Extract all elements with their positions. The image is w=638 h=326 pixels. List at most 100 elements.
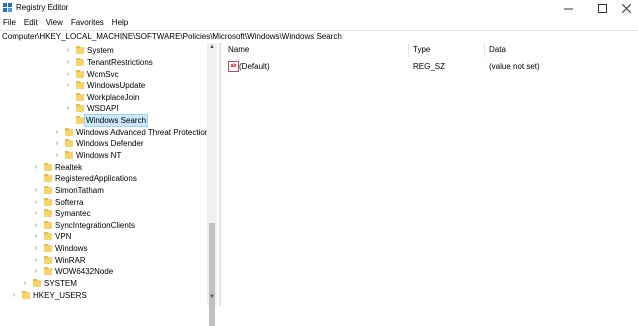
column-divider[interactable] [408, 43, 409, 57]
column-divider[interactable] [484, 43, 485, 57]
minimize-icon[interactable] [554, 0, 582, 16]
tree-item-wow6432node[interactable]: › WOW6432Node [0, 266, 206, 277]
tree-item-label: VPN [55, 232, 72, 241]
tree-item-label: WorkplaceJoin [87, 93, 140, 102]
tree-item-label: Windows [55, 244, 88, 253]
tree-item-registeredapplications[interactable]: RegisteredApplications [0, 173, 206, 184]
tree-item-label: Symantec [55, 209, 91, 218]
tree-item-syncintegrationclients[interactable]: › SyncIntegrationClients [0, 220, 206, 231]
folder-icon [44, 232, 52, 240]
chevron-right-icon[interactable]: › [33, 256, 39, 265]
address-bar[interactable]: Computer\HKEY_LOCAL_MACHINE\SOFTWARE\Pol… [0, 30, 638, 44]
folder-icon [22, 291, 30, 299]
pane-splitter[interactable] [219, 43, 221, 306]
scroll-down-arrow-icon[interactable]: ▼ [207, 293, 217, 302]
tree-item-wcmsvc[interactable]: › WcmSvc [0, 69, 206, 80]
tree-item-label: WOW6432Node [55, 267, 114, 276]
tree-item-label: WindowsUpdate [87, 81, 146, 90]
chevron-right-icon[interactable]: › [33, 244, 39, 253]
folder-icon [44, 267, 52, 275]
tree-item-label: Windows NT [76, 151, 122, 160]
tree-item-wsdapi[interactable]: › WSDAPI [0, 103, 206, 114]
chevron-right-icon[interactable]: › [22, 279, 28, 288]
folder-icon [65, 151, 73, 159]
tree-item-windows-search[interactable]: Windows Search [0, 114, 206, 127]
column-header-data[interactable]: Data [489, 43, 506, 57]
tree-item-label: System [87, 46, 114, 55]
tree-item-windows[interactable]: › Windows [0, 243, 206, 254]
column-header-type[interactable]: Type [413, 43, 430, 57]
value-data: (value not set) [489, 62, 540, 71]
tree-item-system[interactable]: › System [0, 45, 206, 56]
address-path[interactable]: Computer\HKEY_LOCAL_MACHINE\SOFTWARE\Pol… [2, 32, 342, 41]
title-bar: Registry Editor [0, 0, 638, 16]
tree-item-workplacejoin[interactable]: WorkplaceJoin [0, 92, 206, 103]
chevron-right-icon[interactable]: › [54, 139, 60, 148]
close-icon[interactable] [612, 0, 638, 16]
chevron-right-icon[interactable]: › [33, 198, 39, 207]
tree-item-winrar[interactable]: › WinRAR [0, 255, 206, 266]
tree-item-system-hive[interactable]: › SYSTEM [0, 278, 206, 289]
chevron-right-icon[interactable]: › [33, 186, 39, 195]
value-row-default[interactable]: ab (Default) REG_SZ (value not set) [222, 61, 638, 72]
folder-icon [76, 58, 84, 66]
folder-icon [76, 81, 84, 89]
chevron-right-icon[interactable]: › [33, 267, 39, 276]
tree-vertical-scrollbar[interactable]: ▲ ▼ [207, 43, 217, 326]
string-value-icon: ab [228, 61, 239, 72]
tree-item-symantec[interactable]: › Symantec [0, 208, 206, 219]
chevron-right-icon[interactable]: › [33, 221, 39, 230]
tree-item-windowsupdate[interactable]: › WindowsUpdate [0, 80, 206, 91]
tree-item-label: RegisteredApplications [55, 174, 137, 183]
registry-tree: › System › TenantRestrictions › WcmSvc ›… [0, 43, 218, 306]
menu-edit[interactable]: Edit [20, 17, 42, 29]
folder-icon [76, 70, 84, 78]
folder-icon [44, 221, 52, 229]
folder-icon [44, 163, 52, 171]
folder-icon [65, 128, 73, 136]
chevron-right-icon[interactable]: › [33, 232, 39, 241]
menu-help[interactable]: Help [108, 17, 132, 29]
chevron-right-icon[interactable]: › [54, 128, 60, 137]
chevron-right-icon[interactable]: › [65, 104, 71, 113]
tree-item-windows-nt[interactable]: › Windows NT [0, 150, 206, 161]
chevron-right-icon[interactable]: › [65, 70, 71, 79]
values-list: Name Type Data ab (Default) REG_SZ (valu… [222, 43, 638, 306]
tree-item-label: Windows Defender [76, 139, 144, 148]
menu-favorites[interactable]: Favorites [67, 17, 108, 29]
folder-icon [76, 104, 84, 112]
tree-item-vpn[interactable]: › VPN [0, 231, 206, 242]
tree-item-windows-atp[interactable]: › Windows Advanced Threat Protection [0, 127, 209, 138]
folder-icon [44, 186, 52, 194]
chevron-right-icon[interactable]: › [65, 81, 71, 90]
tree-item-realtek[interactable]: › Realtek [0, 162, 206, 173]
scrollbar-thumb[interactable] [209, 223, 215, 326]
folder-open-icon [76, 116, 84, 124]
chevron-right-icon[interactable]: › [65, 46, 71, 55]
tree-item-hkey-users[interactable]: › HKEY_USERS [0, 290, 206, 301]
chevron-right-icon[interactable]: › [54, 151, 60, 160]
tree-item-simontatham[interactable]: › SimonTatham [0, 185, 206, 196]
menu-file[interactable]: File [0, 17, 20, 29]
chevron-right-icon[interactable]: › [33, 163, 39, 172]
chevron-right-icon[interactable]: › [65, 58, 71, 67]
folder-icon [76, 46, 84, 54]
registry-editor-icon [3, 3, 12, 12]
folder-icon [44, 198, 52, 206]
tree-item-label: SimonTatham [55, 186, 104, 195]
column-header-name[interactable]: Name [228, 43, 249, 57]
tree-item-label: Realtek [55, 163, 83, 172]
tree-item-windows-defender[interactable]: › Windows Defender [0, 138, 206, 149]
tree-item-label: TenantRestrictions [87, 58, 153, 67]
chevron-right-icon[interactable]: › [33, 209, 39, 218]
window-title: Registry Editor [16, 3, 69, 12]
folder-icon [44, 256, 52, 264]
tree-item-label: SyncIntegrationClients [55, 221, 136, 230]
chevron-right-icon[interactable]: › [11, 291, 17, 300]
scroll-up-arrow-icon[interactable]: ▲ [207, 43, 217, 52]
tree-item-tenantrestrictions[interactable]: › TenantRestrictions [0, 57, 206, 68]
tree-item-softerra[interactable]: › Softerra [0, 197, 206, 208]
tree-item-label: SYSTEM [44, 279, 77, 288]
tree-item-label: WSDAPI [87, 104, 119, 113]
menu-view[interactable]: View [42, 17, 67, 29]
